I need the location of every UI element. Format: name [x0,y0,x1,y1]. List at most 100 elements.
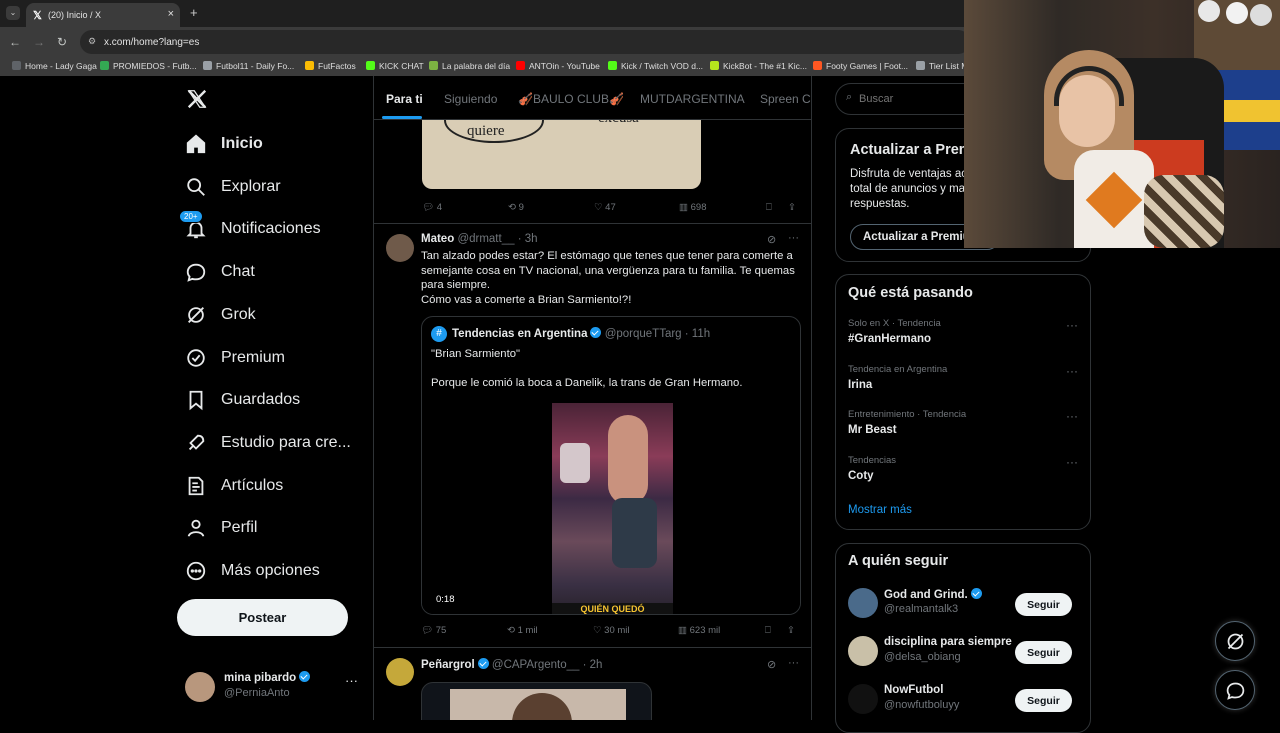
bookmark-item[interactable]: Footy Games | Foot... [813,61,908,71]
bookmark-item[interactable]: PROMIEDOS - Futb... [100,61,197,71]
messages-fab[interactable] [1215,670,1255,710]
trend-item[interactable]: Tendencias Coty ··· [848,455,1084,482]
bookmark-icon[interactable]: ⎕ [765,625,771,636]
follow-suggestion[interactable]: NowFutbol @nowfutboluyy Seguir [848,682,1084,722]
avatar[interactable] [386,234,414,262]
trend-item[interactable]: Entretenimiento · Tendencia Mr Beast ··· [848,409,1084,436]
new-tab-icon[interactable]: + [190,5,198,20]
nav-item-label: Estudio para cre... [221,433,351,451]
author-name[interactable]: Mateo [421,233,454,245]
follow-suggestion[interactable]: disciplina para siempre @delsa_obiang Segu… [848,634,1084,674]
nav-item-chat[interactable]: Chat [185,252,255,292]
bookmark-item[interactable]: ANTOin - YouTube [516,61,600,71]
nav-item-premium[interactable]: Premium [185,338,285,378]
like-button[interactable]: ♡ 47 [594,202,616,213]
post-next[interactable]: Peñargrol @CAPArgento__ · 2h ⊘ ··· [374,648,811,720]
more-options-icon[interactable]: ··· [788,232,799,244]
bookmark-item[interactable]: KickBot - The #1 Kic... [710,61,807,71]
person-icon [187,520,205,537]
bookmark-item[interactable]: KICK CHAT [366,61,424,71]
more-options-icon[interactable]: ··· [1066,409,1078,423]
post-previous[interactable]: quiere excusa 💬︎ 4 ⟲ 9 ♡ 47 ▥ 698 ⎕ ⇪ [374,120,811,224]
nav-item-explorar[interactable]: Explorar [185,167,281,207]
bookmark-favicon-icon [916,61,925,70]
bookmark-item[interactable]: Tier List M [916,61,968,71]
show-more-link[interactable]: Mostrar más [848,504,912,516]
reply-button[interactable]: 💬︎ 75 [421,625,446,636]
grok-icon[interactable]: ⊘ [767,233,776,246]
more-options-icon[interactable]: ··· [788,657,799,669]
tab-siguiendo[interactable]: Siguiendo [444,92,497,106]
nav-item-grok[interactable]: Grok [185,295,256,335]
follow-button[interactable]: Seguir [1015,641,1072,664]
forward-icon[interactable]: → [33,35,45,49]
tab-para-ti[interactable]: Para ti [386,92,423,106]
repost-button[interactable]: ⟲ 9 [508,202,524,213]
share-icon[interactable]: ⇪ [787,625,795,636]
bookmark-favicon-icon [813,61,822,70]
nav-item-inicio[interactable]: Inicio [185,124,263,164]
more-options-icon[interactable]: ··· [1066,364,1078,378]
post-time[interactable]: · 3h [518,233,538,245]
nav-item-más-opciones[interactable]: Más opciones [185,551,320,591]
trend-item[interactable]: Solo en X · Tendencia #GranHermano ··· [848,318,1084,345]
follow-button[interactable]: Seguir [1015,689,1072,712]
post-image[interactable]: quiere excusa [422,120,701,189]
browser-tab[interactable]: 𝕏 (20) Inicio / X × [26,3,180,27]
avatar[interactable] [848,588,878,618]
avatar[interactable] [386,658,414,686]
trends-card: Qué está pasando Solo en X · Tendencia #G… [835,274,1091,530]
grok-fab[interactable] [1215,621,1255,661]
post-button[interactable]: Postear [177,599,348,636]
author-handle[interactable]: @drmatt__ [457,233,514,245]
tab-list-4[interactable]: Spreen Cla [760,92,811,106]
trend-item[interactable]: Tendencia en Argentina Irina ··· [848,364,1084,391]
account-switcher[interactable]: mina pibardo @PerniaAnto ··· [185,668,365,708]
address-bar[interactable]: ⚙ x.com/home?lang=es [80,30,970,54]
post-image[interactable] [421,682,652,720]
x-logo[interactable] [186,88,210,112]
tab-list-3[interactable]: MUTDARGENTINA [640,92,745,106]
reply-button[interactable]: 💬︎ 4 [422,202,442,213]
tab-list-2[interactable]: 🎻BAULO CLUB🎻 [518,92,624,106]
video-player[interactable]: QUIÉN QUEDÓ 0:18 [422,403,800,614]
grok-icon [1227,633,1244,650]
follow-button[interactable]: Seguir [1015,593,1072,616]
tab-search-dropdown[interactable]: ⌄ [6,6,20,20]
avatar [185,672,215,702]
post[interactable]: Mateo @drmatt__ · 3h ⊘ ··· Tan alzado po… [374,224,811,648]
close-tab-icon[interactable]: × [168,8,174,20]
bookmark-icon[interactable]: ⎕ [766,202,772,213]
more-options-icon[interactable]: ··· [1066,318,1078,332]
post-time[interactable]: · 2h [583,659,603,671]
bookmark-item[interactable]: La palabra del día [429,61,510,71]
nav-item-estudio-para-cre[interactable]: Estudio para cre... [185,423,351,463]
avatar[interactable] [848,684,878,714]
bookmark-item[interactable]: FutFactos [305,61,356,71]
reload-icon[interactable]: ↻ [57,35,67,49]
like-button[interactable]: ♡ 30 mil [593,625,630,636]
more-options-icon[interactable]: ··· [345,673,358,688]
quoted-post[interactable]: # Tendencias en Argentina @porqueTTarg ·… [421,316,801,615]
repost-button[interactable]: ⟲ 1 mil [507,625,538,636]
nav-item-perfil[interactable]: Perfil [185,508,257,548]
post-actions: 💬︎ 75 ⟲ 1 mil ♡ 30 mil ▥ 623 mil ⎕ ⇪ [421,623,801,639]
site-info-icon[interactable]: ⚙ [88,36,96,47]
nav-item-guardados[interactable]: Guardados [185,380,300,420]
bookmark-item[interactable]: Home - Lady Gaga [12,61,97,71]
avatar[interactable] [848,636,878,666]
back-icon[interactable]: ← [9,35,21,49]
grok-icon[interactable]: ⊘ [767,658,776,671]
bookmark-item[interactable]: Kick / Twitch VOD d... [608,61,703,71]
nav-item-artículos[interactable]: Artículos [185,466,283,506]
author-name[interactable]: Peñargrol [421,659,475,671]
video-frame[interactable]: QUIÉN QUEDÓ [552,403,673,614]
follow-suggestion[interactable]: God and Grind. @realmantalk3 Seguir [848,586,1084,626]
nav-item-notificaciones[interactable]: Notificaciones 20+ [179,209,321,249]
bookmark-item[interactable]: Futbol11 - Daily Fo... [203,61,294,71]
more-options-icon[interactable]: ··· [1066,455,1078,469]
share-icon[interactable]: ⇪ [788,202,796,213]
views-button[interactable]: ▥ 698 [679,202,706,213]
views-button[interactable]: ▥ 623 mil [678,625,720,636]
author-handle[interactable]: @CAPArgento__ [492,659,580,671]
